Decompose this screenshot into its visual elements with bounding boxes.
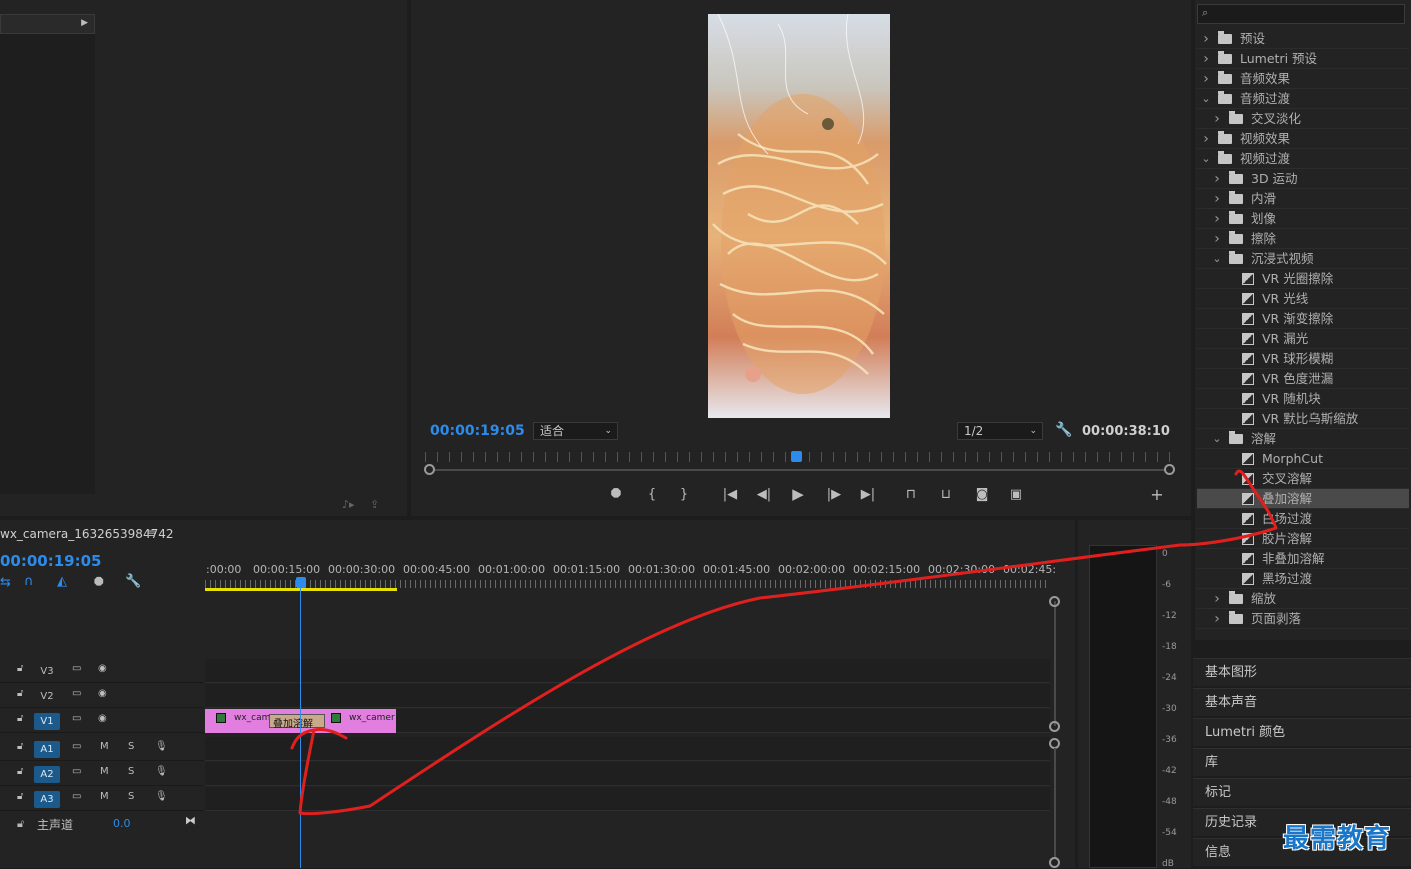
annotation-arrow — [290, 469, 1278, 816]
annotation-overlay — [290, 469, 1278, 816]
